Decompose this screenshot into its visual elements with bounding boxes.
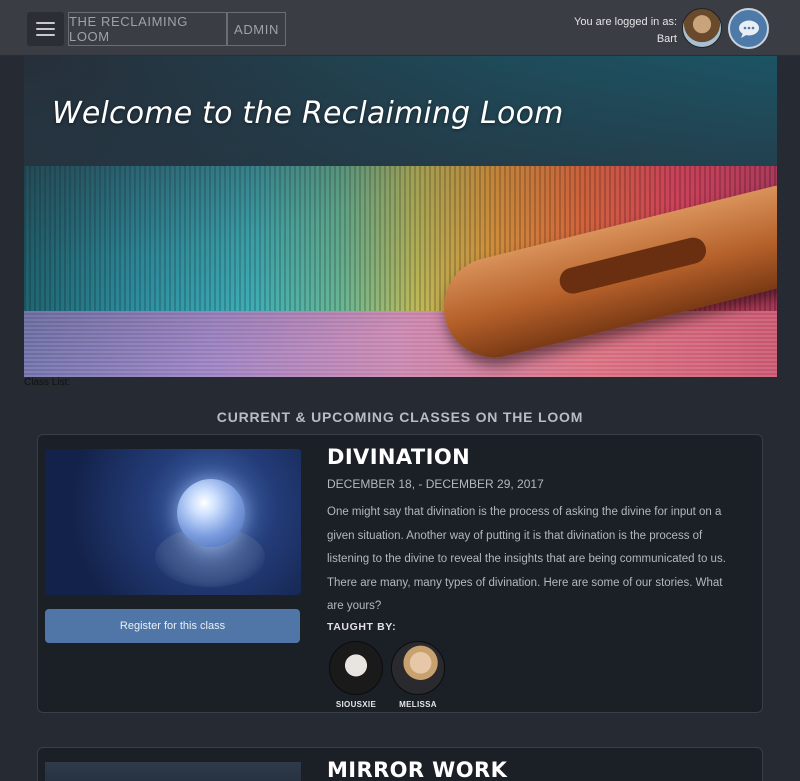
- teacher-melissa[interactable]: MELISSA: [390, 641, 446, 709]
- class-description: One might say that divination is the pro…: [327, 506, 726, 612]
- user-avatar[interactable]: [682, 8, 722, 48]
- username: Bart: [656, 33, 677, 45]
- class-card: MIRROR WORK: [37, 747, 763, 781]
- teacher-name: SIOUSXIE: [335, 700, 377, 709]
- hero-title: Welcome to the Reclaiming Loom: [52, 96, 564, 131]
- class-image: [45, 449, 301, 595]
- chat-bubble-icon[interactable]: [728, 8, 769, 49]
- hamburger-icon[interactable]: [27, 12, 64, 46]
- class-title[interactable]: DIVINATION: [327, 445, 470, 469]
- class-dates: DECEMBER 18, - DECEMBER 29, 2017: [327, 477, 544, 491]
- teacher-name: MELISSA: [399, 700, 437, 709]
- hero-banner: Welcome to the Reclaiming Loom: [24, 56, 777, 377]
- nav-link-admin[interactable]: ADMIN: [227, 12, 286, 46]
- register-button[interactable]: Register for this class: [45, 609, 300, 643]
- login-status: You are logged in as: Bart: [574, 14, 677, 48]
- class-card: Register for this class DIVINATION DECEM…: [37, 434, 763, 713]
- section-heading: CURRENT & UPCOMING CLASSES ON THE LOOM: [216, 409, 584, 425]
- teacher-avatar[interactable]: [391, 641, 445, 695]
- nav-link-home[interactable]: THE RECLAIMING LOOM: [68, 12, 227, 46]
- teacher-siousxie[interactable]: SIOUSXIE: [328, 641, 384, 709]
- taught-by-label: TAUGHT BY:: [327, 621, 397, 633]
- login-label: You are logged in as:: [574, 16, 677, 28]
- class-title[interactable]: MIRROR WORK: [327, 758, 507, 781]
- teacher-avatar[interactable]: [329, 641, 383, 695]
- top-navbar: THE RECLAIMING LOOM ADMIN You are logged…: [0, 0, 800, 56]
- class-image: [45, 762, 301, 781]
- class-list-label: Class List:: [24, 377, 71, 388]
